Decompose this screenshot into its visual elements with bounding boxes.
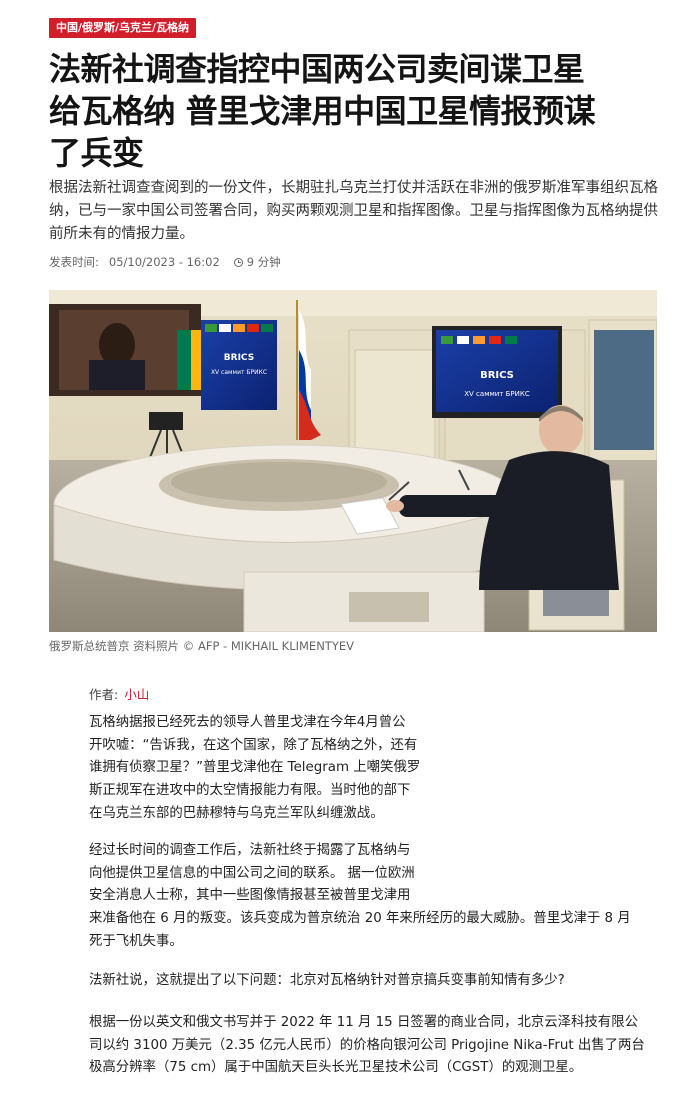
paragraph-line: 法新社说，这就提出了以下问题：北京对瓦格纳针对普京搞兵变事前知情有多少?	[89, 973, 565, 988]
paragraph-line: 根据一份以英文和俄文书写并于 2022 年 11 月 15 日签署的商业合同，北…	[89, 1015, 638, 1030]
paragraph-line: 瓦格纳据报已经死去的领导人普里戈津在今年4月曾公	[89, 715, 406, 730]
paragraph-line: 斯正规军在进攻中的太空情报能力有限。当时他的部下	[89, 783, 411, 799]
paragraph-line: 极高分辨率（75 cm）属于中国航天巨头长光卫星技术公司（CGST）的观测卫星。	[89, 1060, 583, 1076]
paragraph-line: 开吹嘘：“告诉我，在这个国家，除了瓦格纳之外，还有	[89, 737, 418, 753]
photo-caption: 俄罗斯总统普京 资料照片 © AFP - MIKHAIL KLIMENTYEV	[49, 639, 354, 653]
article-photo[interactable]: BRICS XV саммит БРИКС BRICS XV саммит БР…	[49, 290, 657, 632]
paragraph-line: 安全消息人士称，其中一些图像情报甚至被普里戈津用	[89, 888, 411, 904]
body-paragraph-4: 根据一份以英文和俄文书写并于 2022 年 11 月 15 日签署的商业合同，北…	[89, 1012, 645, 1080]
author-name-link[interactable]: 小山	[124, 687, 149, 702]
article-headline: 法新社调查指控中国两公司卖间谍卫星 给瓦格纳 普里戈津用中国卫星情报预谋 了兵变	[49, 48, 649, 174]
paragraph-line: 经过长时间的调查工作后，法新社终于揭露了瓦格纳与	[89, 843, 411, 858]
headline-line: 了兵变	[49, 134, 144, 172]
paragraph-line: 谁拥有侦察卫星？”普里戈津他在 Telegram 上嘲笑俄罗	[89, 760, 421, 776]
paragraph-line: 在乌克兰东部的巴赫穆特与乌克兰军队纠缠激战。	[89, 805, 384, 821]
body-paragraph-2: 经过长时间的调查工作后，法新社终于揭露了瓦格纳与 向他提供卫星信息的中国公司之间…	[89, 840, 631, 954]
read-time: 9 分钟	[246, 255, 281, 269]
paragraph-line: 向他提供卫星信息的中国公司之间的联系。 据一位欧洲	[89, 865, 415, 881]
body-paragraph-3: 法新社说，这就提出了以下问题：北京对瓦格纳针对普京搞兵变事前知情有多少?	[89, 970, 609, 993]
headline-line: 法新社调查指控中国两公司卖间谍卫星	[49, 50, 585, 88]
headline-line: 给瓦格纳 普里戈津用中国卫星情报预谋	[49, 92, 596, 130]
article-meta: 发表时间: 05/10/2023 - 16:02 9 分钟	[49, 253, 281, 271]
author-label: 作者:	[89, 687, 119, 702]
clock-icon	[233, 257, 243, 267]
published-label: 发表时间:	[49, 255, 99, 269]
paragraph-line: 死于飞机失事。	[89, 933, 183, 949]
right-screen-sub: XV саммит БРИКС	[464, 390, 530, 398]
body-paragraph-1: 瓦格纳据报已经死去的领导人普里戈津在今年4月曾公 开吹嘘：“告诉我，在这个国家，…	[89, 712, 421, 826]
article-lede: 根据法新社调查查阅到的一份文件，长期驻扎乌克兰打仗并活跃在非洲的俄罗斯准军事组织…	[49, 180, 658, 242]
left-screen-sub: XV саммит БРИКС	[211, 369, 267, 376]
right-screen-brics: BRICS	[480, 370, 514, 381]
paragraph-line: 司以约 3100 万美元（2.35 亿元人民币）的价格向银河公司 Prigoji…	[89, 1037, 645, 1053]
published-date: 05/10/2023 - 16:02	[108, 255, 220, 269]
author-byline: 作者: 小山	[89, 684, 149, 703]
paragraph-line: 来准备他在 6 月的叛变。该兵变成为普京统治 20 年来所经历的最大威胁。普里戈…	[89, 911, 631, 927]
photo-illustration: BRICS XV саммит БРИКС BRICS XV саммит БР…	[49, 290, 657, 632]
left-screen-brics: BRICS	[224, 353, 254, 363]
category-tag[interactable]: 中国/俄罗斯/乌克兰/瓦格纳	[49, 18, 197, 38]
